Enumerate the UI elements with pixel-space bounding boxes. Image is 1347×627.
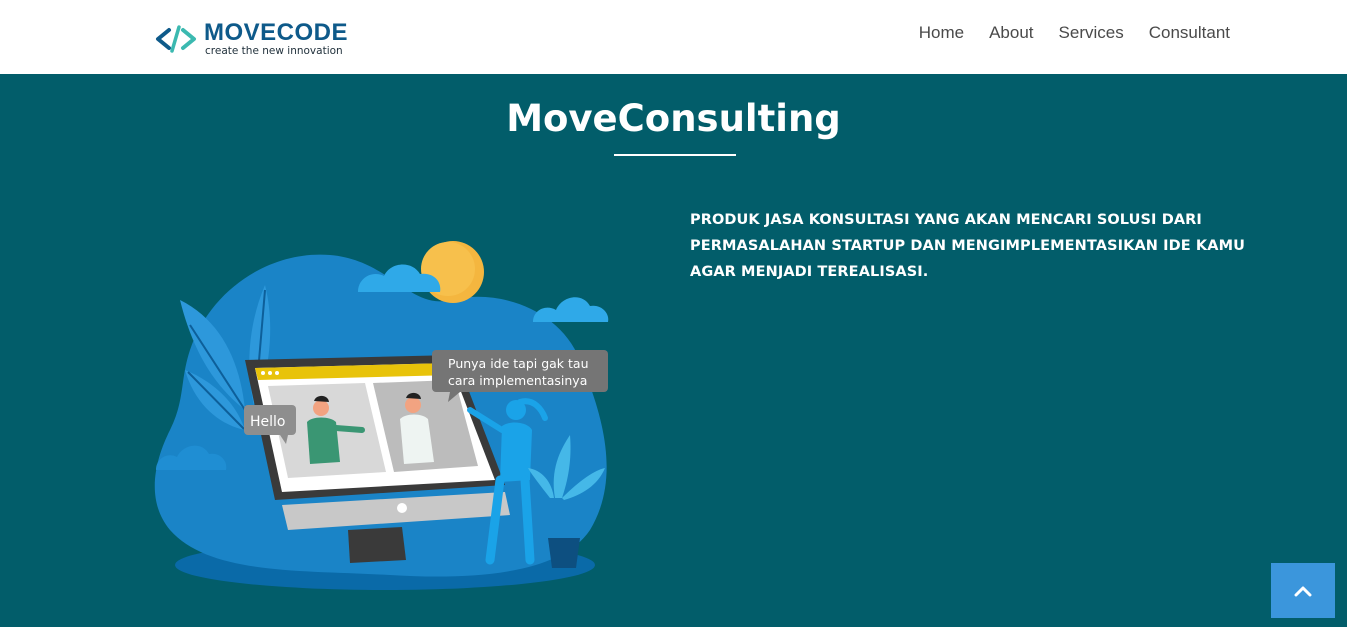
brand-name: MOVECODE [204,19,349,46]
brand-tagline: create the new innovation [205,45,343,57]
nav-about[interactable]: About [989,22,1033,44]
svg-text:Hello: Hello [250,414,286,430]
hero-description: PRODUK JASA KONSULTASI YANG AKAN MENCARI… [690,212,1245,280]
main-nav: Home About Services Consultant [894,22,1230,44]
nav-home[interactable]: Home [919,22,964,44]
consulting-illustration: Hello Punya ide tapi gak tau cara implem… [154,241,609,590]
svg-text:Punya ide tapi gak tau: Punya ide tapi gak tau [448,356,589,371]
nav-consultant[interactable]: Consultant [1149,22,1230,44]
code-brackets-icon [156,25,196,53]
cloud-icon [533,297,609,322]
svg-text:cara implementasinya: cara implementasinya [448,373,587,388]
page-title: MoveConsulting [506,97,841,140]
nav-services[interactable]: Services [1059,22,1124,44]
title-underline [614,154,736,156]
back-to-top-button[interactable] [1271,563,1335,618]
brand-logo[interactable]: MOVECODE create the new innovation [155,20,355,60]
chevron-up-icon [1294,586,1312,596]
navbar: MOVECODE create the new innovation Home … [0,0,1347,74]
